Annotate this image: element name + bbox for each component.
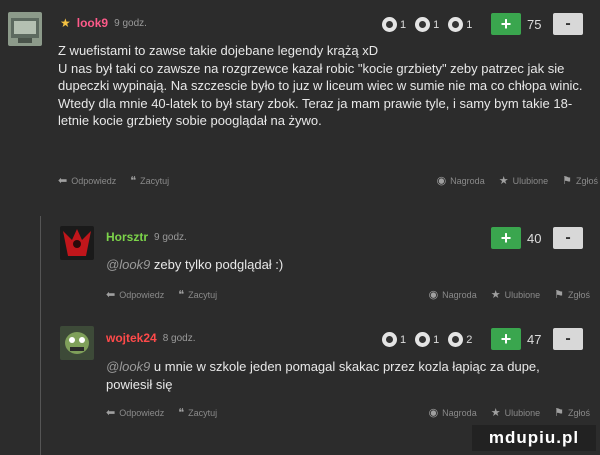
favorite-button[interactable]: ★ Ulubione (491, 406, 540, 419)
favorite-button[interactable]: ★ Ulubione (499, 174, 548, 187)
upvote-button[interactable]: + (491, 13, 521, 35)
comment-text: u mnie w szkole jeden pomagal skakac prz… (106, 359, 540, 392)
badge-icon (415, 17, 431, 32)
badge-count: 1 (466, 18, 473, 31)
badge-icon (448, 332, 464, 347)
upvote-button[interactable]: + (491, 227, 521, 249)
comment-text: Z wuefistami to zawse takie dojebane leg… (58, 43, 583, 128)
reply-icon: ⬅ (106, 289, 116, 301)
timestamp: 9 godz. (114, 17, 147, 29)
star-icon: ★ (498, 175, 509, 187)
badge-icon (415, 332, 431, 347)
downvote-button[interactable]: - (553, 227, 583, 249)
mention-link[interactable]: @look9 (106, 359, 150, 374)
badge-count: 1 (433, 333, 440, 346)
badge-icon (382, 332, 397, 347)
badge-icon (382, 17, 397, 32)
thread-line (40, 216, 41, 455)
vote-count: 47 (527, 331, 542, 347)
report-button[interactable]: ⚑ Zgłoś (554, 288, 590, 301)
reward-icon: ◉ (436, 175, 447, 187)
star-icon: ★ (490, 407, 501, 419)
favorite-button[interactable]: ★ Ulubione (491, 288, 540, 301)
avatar[interactable] (60, 226, 94, 260)
reply-button[interactable]: ⬅ Odpowiedz (106, 406, 164, 419)
star-icon: ★ (490, 289, 501, 301)
reward-button[interactable]: ◉ Nagroda (429, 288, 477, 301)
reply-icon: ⬅ (106, 407, 116, 419)
badge-count: 1 (433, 18, 440, 31)
upvote-button[interactable]: + (491, 328, 521, 350)
flag-icon: ⚑ (562, 175, 572, 187)
vote-count: 75 (527, 16, 542, 32)
timestamp: 9 godz. (154, 231, 187, 243)
downvote-button[interactable]: - (553, 328, 583, 350)
badge-icon (448, 17, 464, 32)
reward-button[interactable]: ◉ Nagroda (429, 406, 477, 419)
quote-button[interactable]: ❝ Zacytuj (178, 406, 217, 419)
report-button[interactable]: ⚑ Zgłoś (554, 406, 590, 419)
comment-text: zeby tylko podglądał :) (150, 257, 284, 272)
badge-count: 1 (400, 18, 407, 31)
quote-icon: ❝ (178, 407, 185, 419)
star-icon: ★ (60, 16, 71, 30)
flag-icon: ⚑ (554, 289, 564, 301)
avatar[interactable] (8, 12, 42, 46)
reply-icon: ⬅ (58, 175, 68, 187)
quote-button[interactable]: ❝ Zacytuj (178, 288, 217, 301)
quote-icon: ❝ (130, 175, 137, 187)
username[interactable]: Horsztr (106, 230, 148, 244)
reply-button[interactable]: ⬅ Odpowiedz (58, 174, 116, 187)
flag-icon: ⚑ (554, 407, 564, 419)
mention-link[interactable]: @look9 (106, 257, 150, 272)
quote-button[interactable]: ❝ Zacytuj (130, 174, 169, 187)
report-button[interactable]: ⚑ Zgłoś (562, 174, 598, 187)
downvote-button[interactable]: - (553, 13, 583, 35)
avatar[interactable] (60, 326, 94, 360)
vote-count: 40 (527, 230, 542, 246)
reply-button[interactable]: ⬅ Odpowiedz (106, 288, 164, 301)
reward-icon: ◉ (428, 407, 439, 419)
badge-count: 2 (466, 333, 473, 346)
username[interactable]: wojtek24 (106, 331, 157, 345)
watermark-logo: mdupiu.pl (472, 425, 596, 451)
reward-icon: ◉ (428, 289, 439, 301)
timestamp: 8 godz. (162, 332, 196, 344)
username[interactable]: look9 (77, 16, 108, 30)
badge-count: 1 (400, 333, 407, 346)
quote-icon: ❝ (178, 289, 185, 301)
reward-button[interactable]: ◉ Nagroda (437, 174, 485, 187)
